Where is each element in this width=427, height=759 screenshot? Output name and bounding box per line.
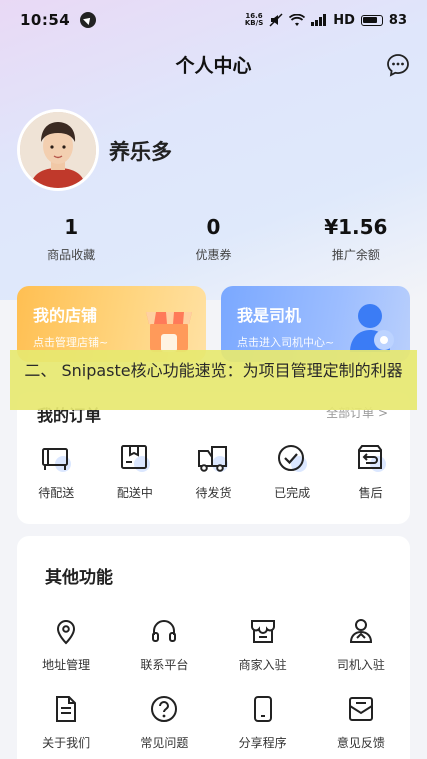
mute-icon: [269, 13, 283, 27]
stat-favorites[interactable]: 1 商品收藏: [0, 212, 142, 263]
net-speed: 16.6 KB/S: [244, 12, 264, 27]
functions-row-2: 关于我们 常见问题 分享程序 意见反馈: [17, 694, 410, 751]
function-label: 关于我们: [42, 736, 91, 750]
function-share[interactable]: 分享程序: [214, 694, 312, 751]
function-address[interactable]: 地址管理: [17, 616, 115, 673]
function-label: 地址管理: [42, 658, 91, 672]
store-illustration-icon: [146, 312, 192, 352]
function-driver-join[interactable]: 司机入驻: [312, 616, 410, 673]
function-label: 意见反馈: [336, 736, 385, 750]
avatar[interactable]: [17, 109, 99, 191]
stat-value: ¥1.56: [324, 215, 388, 239]
question-circle-icon: [151, 696, 178, 722]
order-label: 待配送: [38, 486, 75, 500]
function-label: 分享程序: [238, 736, 287, 750]
page-title: 个人中心: [175, 55, 252, 77]
order-label: 待发货: [195, 486, 232, 500]
function-label: 商家入驻: [238, 658, 287, 672]
function-label: 联系平台: [140, 658, 189, 672]
stat-value: 1: [64, 215, 79, 239]
status-right: 16.6 KB/S HD 83: [245, 13, 407, 28]
feedback-icon: [348, 697, 373, 721]
stat-label: 推广余额: [331, 248, 380, 262]
status-time: 10:54: [20, 11, 71, 29]
network-type: HD: [333, 12, 355, 28]
order-label: 配送中: [116, 486, 153, 500]
stat-value: 0: [206, 215, 221, 239]
truck-icon: [198, 446, 229, 472]
battery-icon: [360, 14, 383, 26]
function-label: 常见问题: [140, 736, 189, 750]
function-about[interactable]: 关于我们: [17, 694, 115, 751]
order-awaiting-shipment[interactable]: 待发货: [174, 442, 253, 501]
stat-label: 商品收藏: [47, 248, 96, 262]
functions-row-1: 地址管理 联系平台 商家入驻 司机入驻: [17, 616, 410, 673]
other-functions-panel: 其他功能 地址管理 联系平台 商家入驻 司机入驻 关于我们 常见问题 分享程序 …: [17, 536, 410, 759]
function-merchant-join[interactable]: 商家入驻: [214, 616, 312, 673]
function-faq[interactable]: 常见问题: [115, 694, 213, 751]
order-completed[interactable]: 已完成: [253, 442, 332, 501]
document-icon: [56, 696, 77, 722]
order-after-sales[interactable]: 售后: [331, 442, 410, 501]
orders-grid: 待配送 配送中 待发货 已完成 售后: [17, 442, 410, 501]
store-icon: [250, 620, 275, 643]
user-card-icon: [349, 619, 372, 643]
user-name[interactable]: 养乐多: [109, 136, 172, 166]
return-box-icon: [357, 445, 386, 472]
stat-label: 优惠券: [195, 248, 232, 262]
function-contact[interactable]: 联系平台: [115, 616, 213, 673]
stat-coupons[interactable]: 0 优惠券: [142, 212, 284, 263]
function-label: 司机入驻: [336, 658, 385, 672]
phone-icon: [253, 696, 272, 722]
order-label: 售后: [358, 486, 383, 500]
driver-illustration-icon: [350, 304, 394, 352]
status-bar: 10:54 16.6 KB/S HD 83: [0, 0, 427, 40]
other-functions-title: 其他功能: [45, 568, 113, 588]
message-icon[interactable]: [385, 52, 411, 78]
check-circle-icon: [278, 445, 308, 472]
navigation-icon: [80, 12, 97, 28]
location-pin-icon: [57, 620, 76, 645]
stat-promo-balance[interactable]: ¥1.56 推广余额: [285, 212, 427, 263]
stats-row: 1 商品收藏 0 优惠券 ¥1.56 推广余额: [0, 212, 427, 263]
function-feedback[interactable]: 意见反馈: [312, 694, 410, 751]
order-delivering[interactable]: 配送中: [96, 442, 175, 501]
wifi-icon: [289, 13, 306, 26]
signal-icon: [311, 14, 327, 26]
orders-panel: 我的订单 全部订单 > 待配送 配送中 待发货 已完成 售后: [17, 392, 410, 524]
package-icon: [120, 445, 150, 472]
order-label: 已完成: [274, 486, 311, 500]
overlay-caption-banner: 二、 Snipaste核心功能速览：为项目管理定制的利器: [10, 350, 417, 410]
screen-box-icon: [42, 448, 72, 472]
headphones-icon: [152, 620, 177, 642]
battery-level: 83: [388, 12, 407, 28]
order-pending-delivery[interactable]: 待配送: [17, 442, 96, 501]
page-header: 个人中心: [0, 48, 427, 84]
